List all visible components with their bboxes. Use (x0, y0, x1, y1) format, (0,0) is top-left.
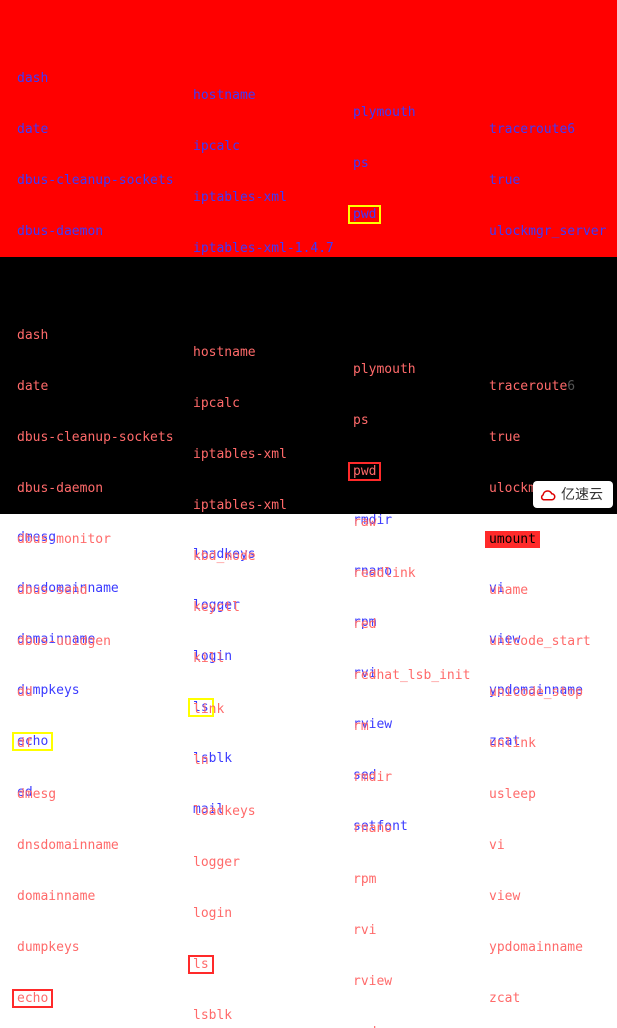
cmd-redhat_lsb_init: redhat_lsb_init (353, 667, 470, 684)
cmd-true: true (489, 172, 520, 189)
cmd-readlink: readlink (353, 565, 416, 582)
row: echo lsblk sed (6, 973, 611, 990)
cmd-echo: echo (13, 990, 52, 1007)
row: dbus-cleanup-sockets iptables-xml pwd ul… (6, 412, 611, 429)
cmd-rm: rm (353, 718, 369, 735)
cmd-link: link (193, 701, 224, 718)
row: domainname login rvi ypdomainname (6, 871, 611, 888)
cmd-dbus-monitor: dbus-monitor (17, 531, 111, 548)
cmd-ypdomainname: ypdomainname (489, 939, 583, 956)
cmd-plymouth: plymouth (353, 361, 416, 378)
cloud-icon (539, 487, 557, 505)
row: dash hostname plymouth traceroute6 (6, 53, 611, 70)
cmd-rview: rview (353, 973, 392, 990)
cmd-rvi: rvi (353, 922, 376, 939)
row: dbus-daemon iptables-xml raw umount (6, 463, 611, 480)
cmd-dd: dd (17, 684, 33, 701)
row: dbus-send keyctl red unicode_start (6, 565, 611, 582)
cmd-iptables-xml: iptables-xml (193, 189, 287, 206)
cmd-umount: umount (485, 531, 540, 548)
cmd-sed: sed (353, 1024, 376, 1028)
cmd-rpm: rpm (353, 871, 376, 888)
cmd-true: true (489, 429, 520, 446)
cmd-dbus-cleanup-sockets: dbus-cleanup-sockets (17, 172, 174, 189)
row: dbus-monitor kbd_mode readlink uname (6, 514, 611, 531)
cmd-iptables-xml-1.4.7: iptables-xml-1.4.7 (193, 240, 334, 257)
row: dbus-daemon iptables-xml-1.4.7 raw umoun… (6, 206, 611, 223)
row: dnsdomainname logger rpm view (6, 820, 611, 837)
watermark-badge: 亿速云 (533, 481, 613, 508)
cmd-date: date (17, 121, 48, 138)
cmd-dnsdomainname: dnsdomainname (17, 837, 119, 854)
row: dbus-uuidgen kill redhat_lsb_init unicod… (6, 616, 611, 633)
terminal-listing-bottom: dash hostname plymouth traceroute6 date … (0, 257, 617, 514)
cmd-unicode_start: unicode_start (489, 633, 591, 650)
cmd-dash: dash (17, 70, 48, 87)
cmd-plymouth: plymouth (353, 104, 416, 121)
cmd-dbus-uuidgen: dbus-uuidgen (17, 633, 111, 650)
cmd-zcat: zcat (489, 990, 520, 1007)
cmd-dbus-send: dbus-send (17, 582, 87, 599)
cmd-ipcalc: ipcalc (193, 138, 240, 155)
cmd-dash: dash (17, 327, 48, 344)
cmd-df: df (17, 735, 33, 752)
cmd-raw: raw (353, 514, 376, 531)
cmd-iptables-xml: iptables-xml (193, 446, 287, 463)
cmd-unlink: unlink (489, 735, 536, 752)
row: date ipcalc ps true (6, 361, 611, 378)
cmd-logger: logger (193, 854, 240, 871)
cmd-unicode_stop: unicode_stop (489, 684, 583, 701)
cmd-dbus-daemon: dbus-daemon (17, 480, 103, 497)
cmd-dmesg: dmesg (17, 786, 56, 803)
cmd-ps: ps (353, 412, 369, 429)
cmd-ps: ps (353, 155, 369, 172)
cmd-hostname: hostname (193, 344, 256, 361)
row: df ln rmdir usleep (6, 718, 611, 735)
cmd-keyctl: keyctl (193, 599, 240, 616)
watermark-text: 亿速云 (561, 486, 603, 503)
cmd-rmdir: rmdir (353, 769, 392, 786)
cmd-lsblk: lsblk (193, 1007, 232, 1024)
cmd-ulockmgr_server: ulockmgr_server (489, 223, 606, 240)
terminal-listing-top: dash hostname plymouth traceroute6 date … (0, 0, 617, 257)
cmd-date: date (17, 378, 48, 395)
cmd-login: login (193, 905, 232, 922)
cmd-loadkeys: loadkeys (193, 803, 256, 820)
row: dumpkeys ls rview zcat (6, 922, 611, 939)
dim-suffix: 6 (567, 379, 575, 394)
cmd-red: red (353, 616, 376, 633)
cmd-view: view (489, 888, 520, 905)
cmd-domainname: domainname (17, 888, 95, 905)
cmd-dbus-daemon: dbus-daemon (17, 223, 103, 240)
cmd-ipcalc: ipcalc (193, 395, 240, 412)
row: dd link rm unlink (6, 667, 611, 684)
row: date ipcalc ps true (6, 104, 611, 121)
cmd-iptables-xml-1.4.7: iptables-xml (193, 497, 287, 514)
row: dbus-cleanup-sockets iptables-xml pwd ul… (6, 155, 611, 172)
cmd-traceroute6: traceroute6 (489, 378, 575, 395)
cmd-uname: uname (489, 582, 528, 599)
cmd-pwd: pwd (349, 463, 380, 480)
cmd-kill: kill (193, 650, 224, 667)
cmd-traceroute6: traceroute6 (489, 121, 575, 138)
cmd-kbd_mode: kbd_mode (193, 548, 256, 565)
cmd-hostname: hostname (193, 87, 256, 104)
cmd-pwd: pwd (349, 206, 380, 223)
cmd-vi: vi (489, 837, 505, 854)
cmd-rnano: rnano (353, 820, 392, 837)
row: dash hostname plymouth traceroute6 (6, 310, 611, 327)
cmd-dumpkeys: dumpkeys (17, 939, 80, 956)
row: dmesg loadkeys rnano vi (6, 769, 611, 786)
cmd-ls: ls (189, 956, 213, 973)
cmd-dbus-cleanup-sockets: dbus-cleanup-sockets (17, 429, 174, 446)
row: ed mail setfont (6, 1024, 611, 1028)
cmd-usleep: usleep (489, 786, 536, 803)
cmd-ln: ln (193, 752, 209, 769)
